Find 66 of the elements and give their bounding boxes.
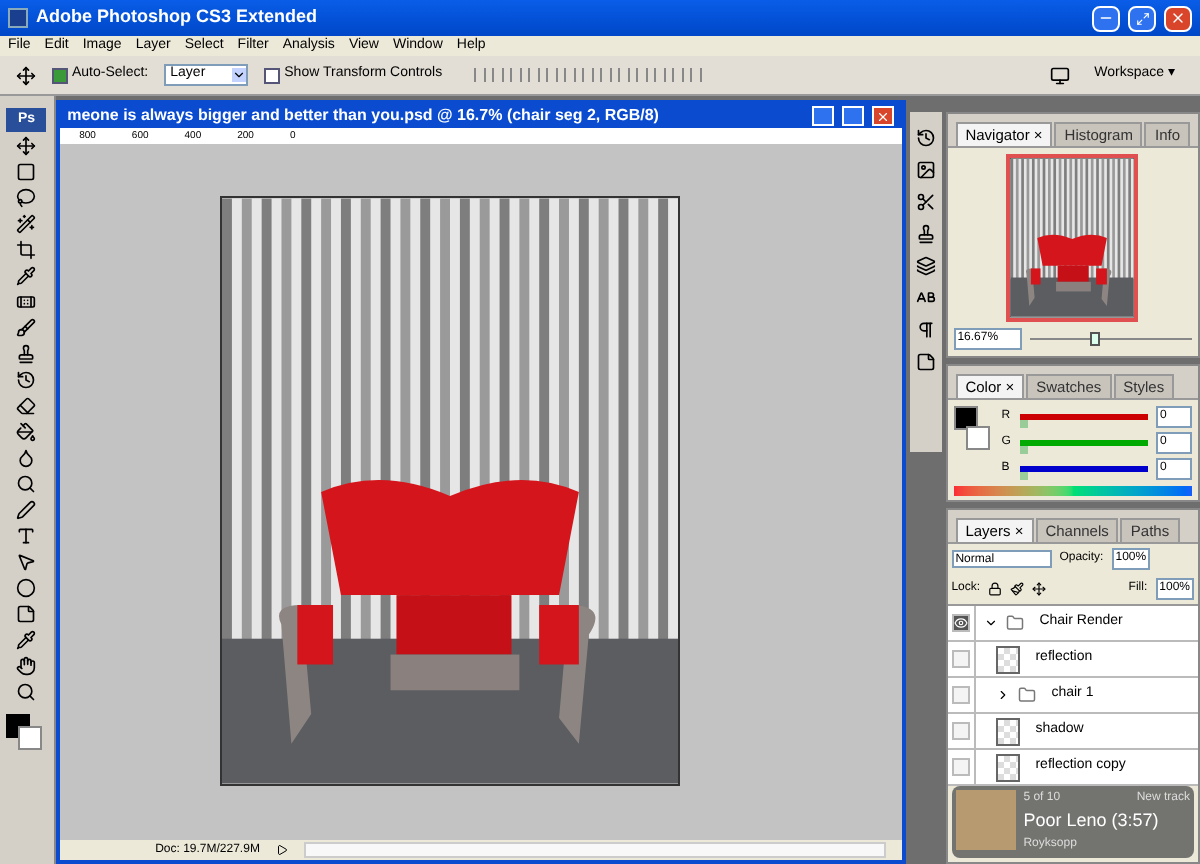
layer-thumbnail [995, 753, 1020, 781]
lasso-icon[interactable] [16, 188, 37, 208]
layers-icon[interactable] [915, 256, 936, 276]
move-tool-icon[interactable] [16, 65, 36, 85]
move-icon[interactable] [1032, 582, 1047, 596]
eyedropper-icon[interactable] [16, 630, 37, 650]
type-icon[interactable] [16, 526, 37, 546]
ellipse-icon[interactable] [16, 578, 37, 598]
checkbox[interactable] [264, 67, 281, 83]
album-art-placeholder [955, 790, 1016, 850]
folder-icon [1017, 686, 1036, 704]
stamp-icon[interactable] [915, 224, 936, 244]
wand-icon[interactable] [16, 214, 37, 234]
horizontal-scrollbar[interactable] [303, 842, 886, 858]
stamp-icon[interactable] [16, 344, 37, 364]
droplet-icon[interactable] [16, 448, 37, 468]
note-icon[interactable] [915, 352, 936, 372]
play-icon[interactable] [275, 844, 288, 856]
close-button[interactable] [871, 106, 894, 126]
bucket-icon[interactable] [16, 422, 37, 442]
restore-icon [1135, 11, 1149, 25]
history-icon[interactable] [915, 128, 936, 148]
color-swatches-drawing [6, 714, 47, 750]
checkbox[interactable] [52, 67, 68, 83]
chevron-down-icon [232, 68, 247, 82]
expanded-caret-icon[interactable] [983, 616, 998, 630]
close-icon [875, 109, 890, 123]
app-icon [8, 8, 28, 28]
pilcrow-icon[interactable] [915, 320, 936, 340]
eyedropper-icon[interactable] [16, 266, 37, 286]
document-title: meone is always bigger and better than you.psd @ 16.7% (chair seg 2, RGB/8) [67, 104, 661, 128]
note-icon[interactable] [16, 604, 37, 624]
pointer-icon[interactable] [16, 552, 37, 572]
scissors-icon[interactable] [915, 192, 936, 212]
layer-thumbnail [995, 717, 1020, 745]
minimize-button[interactable] [811, 106, 834, 126]
slider-thumb[interactable] [1019, 446, 1028, 454]
pen-icon[interactable] [16, 500, 37, 520]
slider-thumb[interactable] [1090, 332, 1101, 346]
brush-icon[interactable] [16, 318, 37, 338]
restore-button[interactable] [1128, 5, 1156, 31]
slider-thumb[interactable] [1019, 472, 1028, 480]
close-button[interactable] [1164, 5, 1192, 31]
eraser-icon[interactable] [16, 396, 37, 416]
magnifier-icon[interactable] [16, 474, 37, 494]
close-icon [1170, 10, 1186, 26]
image-icon[interactable] [915, 160, 936, 180]
text-icon[interactable] [915, 288, 936, 308]
window-title: Adobe Photoshop CS3 Extended [36, 4, 320, 31]
collapsed-caret-icon[interactable] [995, 688, 1010, 702]
monitor-icon[interactable] [1050, 65, 1071, 85]
hand-icon[interactable] [16, 656, 37, 676]
zoom-icon[interactable] [16, 682, 37, 702]
crop-icon[interactable] [16, 240, 37, 260]
layer-thumbnail [995, 645, 1020, 673]
history-brush-icon[interactable] [16, 370, 37, 390]
marquee-icon[interactable] [16, 162, 37, 182]
slider-thumb[interactable] [1019, 420, 1028, 428]
track-title: Poor Leno (3:57) [1023, 808, 1161, 834]
folder-icon [1005, 614, 1024, 632]
move-icon[interactable] [16, 136, 37, 156]
bandage-icon[interactable] [16, 292, 37, 312]
maximize-button[interactable] [841, 106, 864, 126]
lock-icon[interactable] [988, 582, 1003, 596]
brush-icon[interactable] [1010, 582, 1025, 596]
minimize-button[interactable] [1092, 5, 1120, 31]
